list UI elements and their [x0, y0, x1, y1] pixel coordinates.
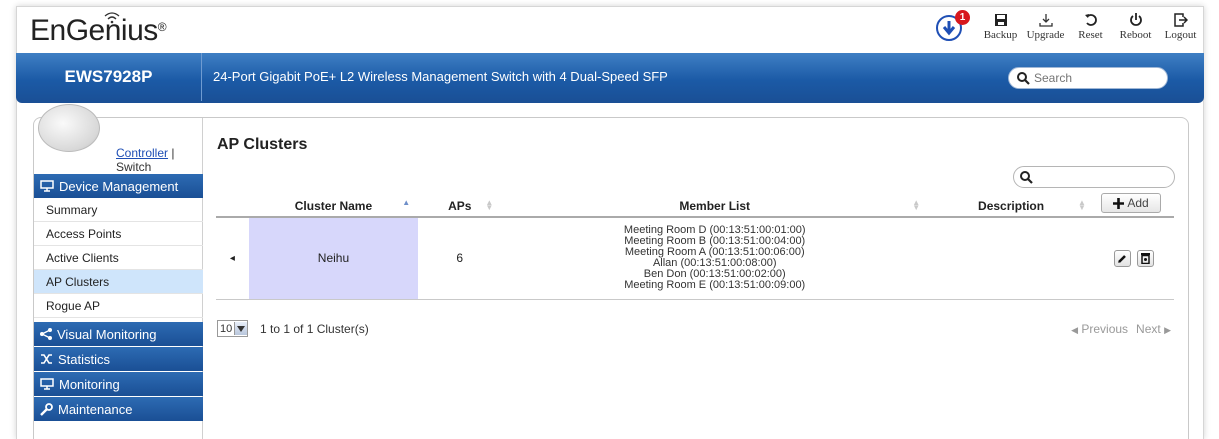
cluster-name-cell: Neihu [248, 217, 419, 300]
switch-link[interactable]: Switch [116, 160, 151, 174]
chevron-down-icon [234, 322, 247, 335]
sidebar-section-maintenance[interactable]: Maintenance [34, 397, 203, 421]
column-description[interactable]: Description ▲ ▼ [928, 195, 1094, 218]
logout-label: Logout [1164, 29, 1197, 41]
pagination-summary: 1 to 1 of 1 Cluster(s) [260, 321, 369, 336]
sort-asc-icon: ▲ [402, 198, 411, 207]
page-navigation: ◀ Previous Next ▶ [1071, 322, 1171, 336]
header-toolbar: 1 Backup Upgrade Reset Reboot Logout [936, 10, 1203, 43]
actions-header [1093, 195, 1174, 218]
main-content: AP Clusters Add Cluster Name ▲ APs ▲ ▼ M… [203, 118, 1189, 439]
column-label: Description [978, 198, 1045, 213]
row-expander[interactable]: ◂ [216, 217, 249, 300]
shuffle-icon [41, 354, 52, 364]
backup-button[interactable]: Backup [978, 13, 1023, 41]
model-name: EWS7928P [16, 53, 202, 101]
edit-button[interactable] [1114, 250, 1132, 267]
product-description: 24-Port Gigabit PoE+ L2 Wireless Managem… [213, 69, 668, 84]
model-bar: EWS7928P 24-Port Gigabit PoE+ L2 Wireles… [16, 53, 1204, 103]
upgrade-button[interactable]: Upgrade [1023, 13, 1068, 41]
monitor-icon [40, 378, 54, 390]
reboot-label: Reboot [1119, 29, 1152, 41]
member-item: Meeting Room E (00:13:51:00:09:00) [624, 279, 806, 292]
reboot-button[interactable]: Reboot [1113, 13, 1158, 41]
sidebar-item-rogue-ap[interactable]: Rogue AP [34, 294, 203, 318]
content-panel: Controller | Switch Device Management Su… [33, 104, 1189, 439]
reset-button[interactable]: Reset [1068, 13, 1113, 41]
trash-icon [1140, 253, 1150, 264]
sidebar-section-label: Monitoring [59, 376, 120, 392]
column-member-list[interactable]: Member List ▲ ▼ [501, 195, 929, 218]
mode-switch: Controller | Switch [116, 146, 202, 174]
search-icon [1017, 71, 1030, 85]
pencil-icon [1118, 255, 1127, 263]
column-label: Cluster Name [294, 198, 373, 213]
share-icon [40, 328, 52, 340]
upgrade-icon [1038, 14, 1053, 27]
column-label: APs [448, 198, 472, 213]
sidebar-item-ap-clusters[interactable]: AP Clusters [34, 270, 203, 294]
column-cluster-name[interactable]: Cluster Name ▲ [248, 195, 419, 218]
table-row[interactable]: ◂ Neihu 6 Meeting Room D (00:13:51:00:01… [216, 217, 1174, 300]
wifi-icon [104, 12, 120, 24]
save-icon [994, 14, 1007, 26]
arrow-left-icon: ◀ [1071, 325, 1079, 335]
page-title: AP Clusters [217, 136, 308, 153]
sidebar-item-summary[interactable]: Summary [34, 198, 203, 222]
sidebar-section-device-management[interactable]: Device Management [34, 174, 203, 198]
sidebar-item-access-points[interactable]: Access Points [34, 222, 203, 246]
next-label: Next [1136, 322, 1161, 336]
sidebar-section-label: Statistics [58, 351, 111, 367]
sidebar-section-label: Device Management [59, 178, 179, 194]
page-size-select[interactable]: 10 [217, 320, 248, 337]
mode-separator: | [171, 146, 175, 160]
engenius-logo: EnGenius® [30, 14, 167, 47]
sidebar-section-visual-monitoring[interactable]: Visual Monitoring [34, 322, 203, 346]
arrow-right-icon: ▶ [1164, 325, 1171, 335]
column-label: Member List [679, 198, 751, 213]
notification-button[interactable]: 1 [936, 10, 970, 43]
member-list-cell: Meeting Room D (00:13:51:00:01:00) Meeti… [501, 217, 929, 300]
logo-text: EnGenius [30, 14, 158, 47]
pagination: 10 1 to 1 of 1 Cluster(s) [217, 320, 369, 337]
backup-label: Backup [983, 29, 1018, 41]
description-cell [928, 217, 1094, 300]
next-button[interactable]: Next ▶ [1136, 322, 1171, 336]
sort-icon: ▲ ▼ [1078, 198, 1086, 212]
previous-button[interactable]: ◀ Previous [1071, 322, 1128, 336]
reset-icon [1084, 14, 1097, 26]
sidebar: Controller | Switch Device Management Su… [34, 104, 203, 439]
column-aps[interactable]: APs ▲ ▼ [418, 195, 502, 218]
controller-link[interactable]: Controller [116, 146, 168, 160]
global-search[interactable] [1008, 67, 1168, 89]
logout-icon [1173, 13, 1188, 27]
wrench-icon [40, 402, 53, 416]
previous-label: Previous [1081, 322, 1129, 336]
table-search-input[interactable] [1013, 166, 1175, 188]
aps-cell: 6 [418, 217, 502, 300]
device-image [38, 104, 100, 152]
expander-header [216, 195, 249, 218]
sidebar-section-statistics[interactable]: Statistics [34, 347, 203, 371]
sidebar-section-monitoring[interactable]: Monitoring [34, 372, 203, 396]
notification-badge: 1 [955, 10, 970, 25]
global-search-input[interactable] [1034, 71, 1154, 85]
delete-button[interactable] [1136, 249, 1154, 267]
sidebar-section-label: Maintenance [58, 401, 133, 417]
logout-button[interactable]: Logout [1158, 13, 1203, 41]
monitor-icon [40, 180, 54, 192]
sidebar-section-label: Visual Monitoring [57, 326, 157, 342]
sort-icon: ▲ ▼ [912, 198, 921, 212]
clusters-table: Cluster Name ▲ APs ▲ ▼ Member List ▲ ▼ Des… [216, 195, 1174, 300]
upgrade-label: Upgrade [1026, 29, 1065, 41]
page-size-value: 10 [220, 322, 233, 335]
sidebar-item-active-clients[interactable]: Active Clients [34, 246, 203, 270]
search-icon [1020, 171, 1033, 184]
actions-cell [1093, 217, 1174, 300]
reset-label: Reset [1078, 29, 1103, 41]
sort-icon: ▲ ▼ [485, 198, 494, 212]
power-icon [1129, 13, 1142, 26]
